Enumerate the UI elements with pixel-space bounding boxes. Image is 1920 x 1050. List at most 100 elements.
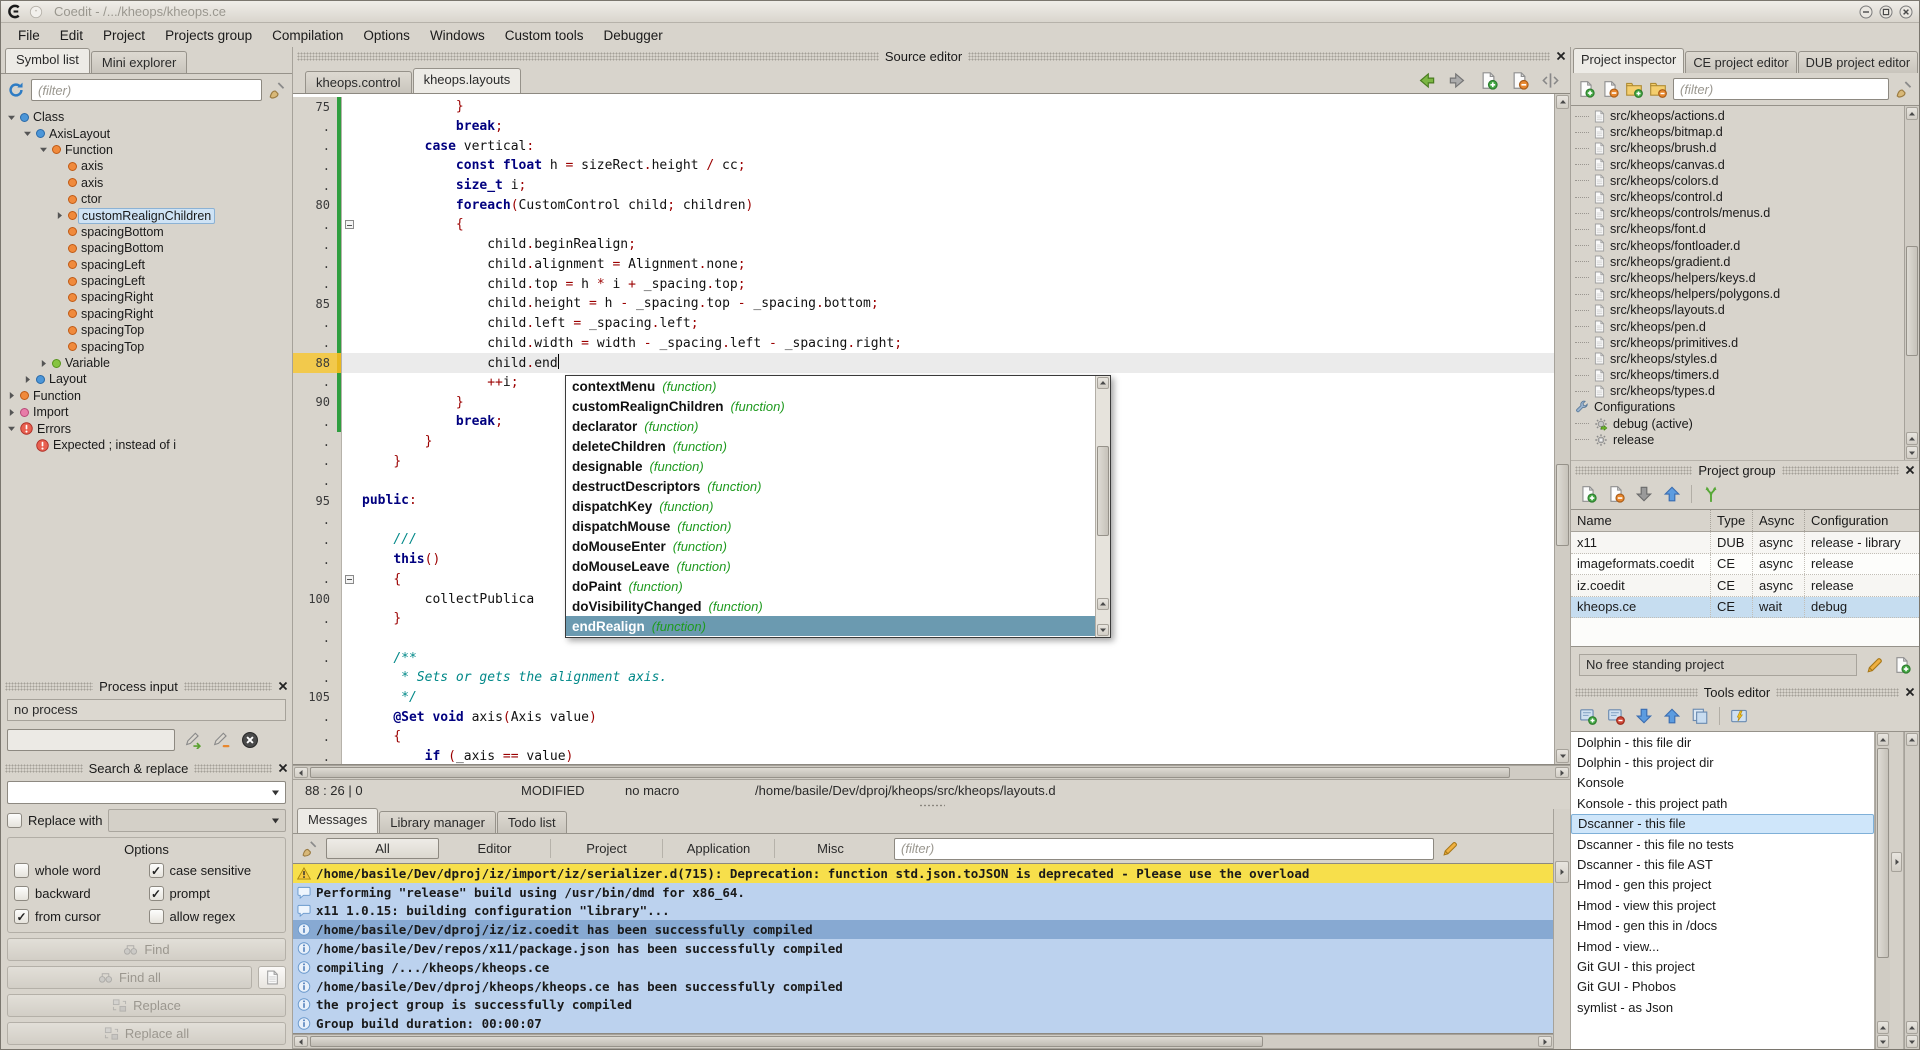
fold-column[interactable]: [342, 195, 356, 215]
category-filter-button[interactable]: Project: [551, 839, 663, 858]
new-project-icon[interactable]: [1893, 656, 1911, 674]
line-number[interactable]: 90: [293, 392, 337, 412]
tools-splitter[interactable]: [1890, 732, 1904, 1049]
split-view-icon[interactable]: [1541, 71, 1560, 90]
menu-item[interactable]: Projects group: [156, 25, 261, 46]
horizontal-splitter[interactable]: [293, 802, 1570, 809]
process-input-field[interactable]: [7, 729, 175, 751]
inspector-tab[interactable]: CE project editor: [1685, 51, 1796, 73]
menu-item[interactable]: Edit: [51, 25, 92, 46]
line-number[interactable]: .: [293, 668, 337, 688]
symbol-tree-item[interactable]: spacingTop: [1, 322, 292, 338]
editor-tab[interactable]: kheops.control: [305, 71, 412, 93]
code-line[interactable]: . if (_axis == value): [293, 747, 1554, 764]
checkbox-box[interactable]: [14, 863, 29, 878]
code-line[interactable]: . * Sets or gets the alignment axis.: [293, 668, 1554, 688]
messages-tab[interactable]: Library manager: [379, 811, 496, 833]
symbol-tree-item[interactable]: Errors: [1, 420, 292, 436]
project-file-item[interactable]: src/kheops/font.d: [1571, 221, 1904, 237]
expander-icon[interactable]: [55, 178, 64, 187]
line-number[interactable]: .: [293, 314, 337, 334]
line-number[interactable]: .: [293, 274, 337, 294]
expander-icon[interactable]: [39, 145, 48, 154]
scroll-left-button[interactable]: [294, 767, 308, 778]
expander-icon[interactable]: [55, 260, 64, 269]
fold-column[interactable]: [342, 97, 356, 117]
minimize-button[interactable]: [1859, 5, 1873, 19]
code-line[interactable]: 85 child.height = h - _spacing.top - _sp…: [293, 294, 1554, 314]
tool-item[interactable]: Hmod - view...: [1571, 936, 1874, 956]
add-file-icon[interactable]: [1577, 80, 1595, 98]
code-line[interactable]: 80 foreach(CustomControl child; children…: [293, 195, 1554, 215]
send-input-icon[interactable]: [185, 731, 203, 749]
clear-filter-icon[interactable]: [1895, 80, 1913, 98]
line-number[interactable]: .: [293, 156, 337, 176]
expander-icon[interactable]: [55, 309, 64, 318]
symbol-tree-item[interactable]: axis: [1, 175, 292, 191]
line-number[interactable]: 100: [293, 589, 337, 609]
checkbox-box[interactable]: [14, 909, 29, 924]
clear-filter-icon[interactable]: [268, 81, 286, 99]
replace-with-checkbox[interactable]: [7, 813, 22, 828]
category-filter-button[interactable]: All: [326, 838, 439, 859]
option-checkbox[interactable]: case sensitive: [149, 863, 280, 878]
tools-vscrollbar[interactable]: [1875, 732, 1890, 1049]
menu-item[interactable]: File: [9, 25, 49, 46]
expander-icon[interactable]: [7, 424, 16, 433]
log-row[interactable]: compiling /.../kheops/kheops.ce: [293, 958, 1553, 977]
line-number[interactable]: .: [293, 707, 337, 727]
table-row[interactable]: kheops.ce CE wait debug: [1571, 597, 1919, 619]
move-down-icon[interactable]: [1635, 485, 1653, 503]
menu-item[interactable]: Options: [354, 25, 419, 46]
line-number[interactable]: 105: [293, 688, 337, 708]
completion-item[interactable]: doMouseEnter (function): [566, 536, 1095, 556]
fold-column[interactable]: [342, 432, 356, 452]
expander-icon[interactable]: [55, 277, 64, 286]
symbol-tree-item[interactable]: ctor: [1, 191, 292, 207]
line-number[interactable]: .: [293, 215, 337, 235]
line-number[interactable]: .: [293, 451, 337, 471]
find-all-in-doc-button[interactable]: [258, 966, 286, 989]
editor-hscrollbar[interactable]: [293, 765, 1570, 780]
code-line[interactable]: . size_t i;: [293, 176, 1554, 196]
move-up-icon[interactable]: [1663, 485, 1681, 503]
option-checkbox[interactable]: from cursor: [14, 909, 145, 924]
category-filter-button[interactable]: Editor: [439, 839, 551, 858]
symbol-tree-item[interactable]: axis: [1, 158, 292, 174]
code-line[interactable]: 75 }: [293, 97, 1554, 117]
tool-item[interactable]: Konsole: [1571, 773, 1874, 793]
scroll-thumb[interactable]: [1097, 446, 1109, 536]
fold-column[interactable]: [342, 570, 356, 590]
symbol-tree-item[interactable]: spacingBottom: [1, 224, 292, 240]
inspector-tab[interactable]: Project inspector: [1573, 48, 1684, 73]
code-line[interactable]: . {: [293, 727, 1554, 747]
run-tool-icon[interactable]: [1730, 707, 1748, 725]
completion-item[interactable]: doPaint (function): [566, 576, 1095, 596]
send-raw-icon[interactable]: [213, 731, 231, 749]
line-number[interactable]: .: [293, 648, 337, 668]
code-line[interactable]: . {: [293, 215, 1554, 235]
symbol-tree-item[interactable]: spacingLeft: [1, 257, 292, 273]
completion-item[interactable]: doMouseLeave (function): [566, 556, 1095, 576]
project-file-item[interactable]: src/kheops/helpers/polygons.d: [1571, 286, 1904, 302]
scroll-up-button[interactable]: [1906, 733, 1918, 746]
expander-icon[interactable]: [23, 441, 32, 450]
expander-icon[interactable]: [55, 227, 64, 236]
checkbox-box[interactable]: [149, 863, 164, 878]
move-down-icon[interactable]: [1635, 707, 1653, 725]
line-number[interactable]: 88: [293, 353, 337, 373]
code-line[interactable]: . break;: [293, 117, 1554, 137]
close-icon[interactable]: [1556, 51, 1566, 61]
scroll-left-button[interactable]: [294, 1036, 308, 1047]
tool-item[interactable]: Hmod - gen this in /docs: [1571, 916, 1874, 936]
log-row[interactable]: /home/basile/Dev/dproj/iz/import/iz/seri…: [293, 864, 1553, 883]
fold-column[interactable]: [342, 707, 356, 727]
completion-scrollbar[interactable]: [1095, 376, 1110, 637]
expander-icon[interactable]: [7, 113, 16, 122]
messages-filter-input[interactable]: [894, 838, 1434, 860]
project-file-item[interactable]: src/kheops/layouts.d: [1571, 302, 1904, 318]
async-mode-icon[interactable]: [1702, 485, 1720, 503]
scroll-thumb[interactable]: [310, 767, 1510, 778]
scroll-down-button[interactable]: [1906, 1035, 1918, 1048]
code-line[interactable]: . child.alignment = Alignment.none;: [293, 255, 1554, 275]
